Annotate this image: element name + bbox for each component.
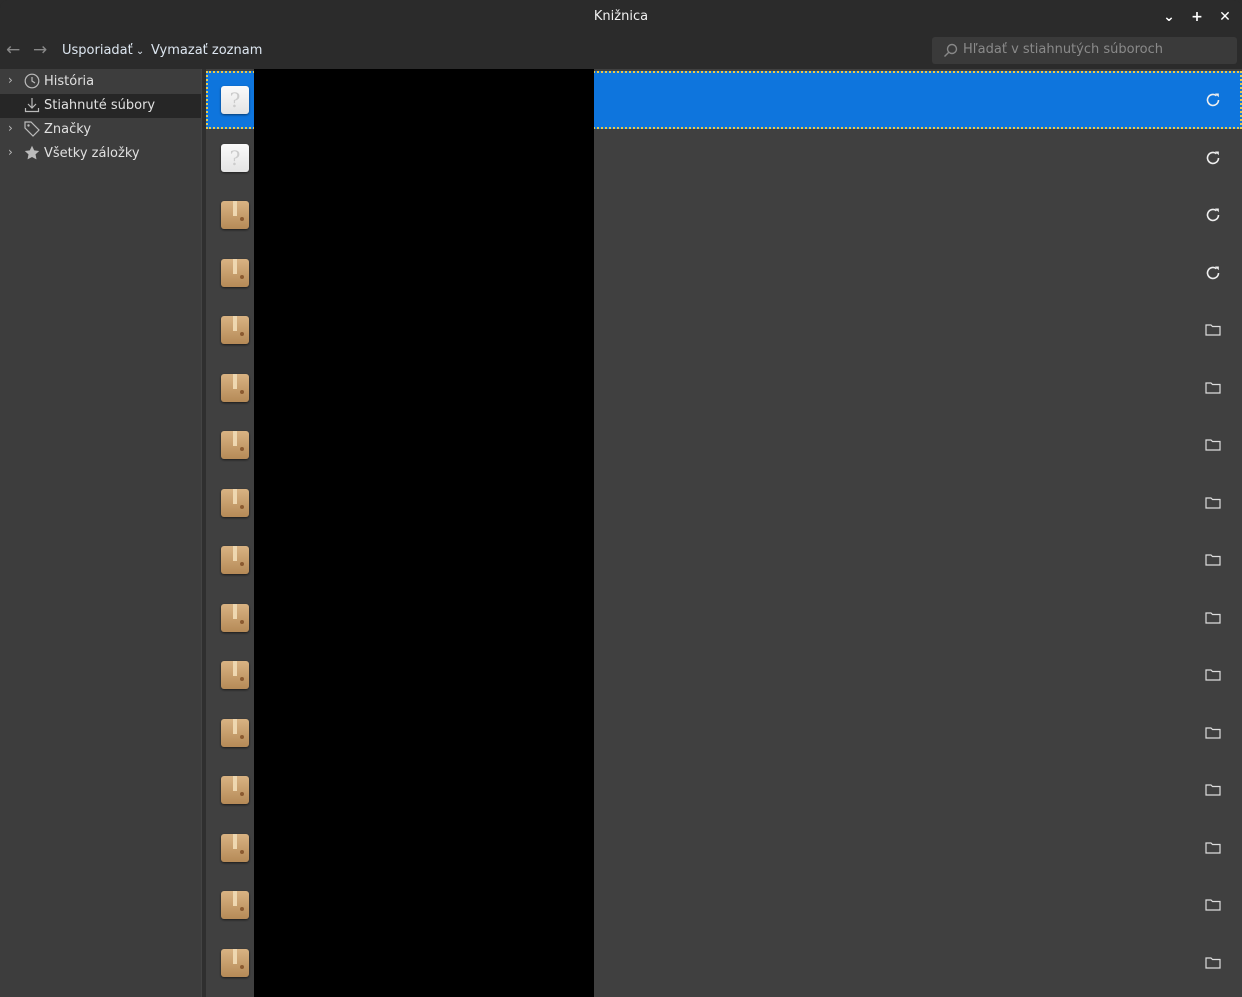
package-file-icon	[221, 661, 249, 689]
back-button[interactable]: ←	[6, 40, 20, 60]
window-title: Knižnica	[593, 9, 649, 24]
folder-icon[interactable]	[1204, 321, 1222, 339]
package-file-icon	[221, 546, 249, 574]
retry-icon[interactable]	[1204, 149, 1222, 167]
folder-icon[interactable]	[1204, 609, 1222, 627]
folder-icon[interactable]	[1204, 839, 1222, 857]
sidebar-item-history[interactable]: › História	[0, 70, 201, 94]
sidebar-item-downloads[interactable]: Stiahnuté súbory	[0, 94, 201, 118]
minimize-button[interactable]: ⌄	[1159, 7, 1179, 27]
sidebar-item-all-bookmarks[interactable]: › Všetky záložky	[0, 142, 201, 166]
expand-icon[interactable]: ›	[8, 73, 13, 87]
close-button[interactable]: ✕	[1215, 7, 1235, 27]
unknown-file-icon: ?	[221, 143, 249, 172]
package-file-icon	[221, 258, 249, 287]
retry-icon[interactable]	[1204, 91, 1222, 109]
redacted-region	[254, 69, 594, 997]
package-file-icon	[221, 776, 249, 804]
organize-label: Usporiadať	[62, 43, 133, 58]
package-file-icon	[221, 718, 249, 747]
package-file-icon	[221, 833, 249, 862]
search-input[interactable]: Hľadať v stiahnutých súboroch	[932, 37, 1237, 64]
package-file-icon	[221, 891, 249, 919]
sidebar-item-label: Stiahnuté súbory	[44, 98, 156, 113]
forward-button[interactable]: →	[33, 40, 47, 60]
expand-icon[interactable]: ›	[8, 145, 13, 159]
folder-icon[interactable]	[1204, 666, 1222, 684]
download-icon	[24, 98, 40, 113]
folder-icon[interactable]	[1204, 551, 1222, 569]
sidebar-item-label: História	[44, 74, 95, 89]
sidebar: › História Stiahnuté súbory › Značky › V…	[0, 69, 201, 997]
package-file-icon	[221, 431, 249, 459]
expand-icon[interactable]: ›	[8, 121, 13, 135]
folder-icon[interactable]	[1204, 781, 1222, 799]
retry-icon[interactable]	[1204, 206, 1222, 224]
search-icon	[944, 43, 958, 57]
sidebar-item-tags[interactable]: › Značky	[0, 118, 201, 142]
folder-icon[interactable]	[1204, 954, 1222, 972]
folder-icon[interactable]	[1204, 379, 1222, 397]
maximize-button[interactable]: +	[1187, 7, 1207, 27]
tag-icon	[24, 121, 40, 137]
search-placeholder: Hľadať v stiahnutých súboroch	[963, 42, 1163, 57]
star-icon	[24, 145, 40, 160]
package-file-icon	[221, 948, 249, 977]
title-bar: Knižnica ⌄ + ✕	[0, 0, 1242, 34]
package-file-icon	[221, 201, 249, 229]
package-file-icon	[221, 373, 249, 402]
package-file-icon	[221, 316, 249, 344]
unknown-file-icon: ?	[221, 86, 249, 114]
clock-icon	[24, 73, 40, 89]
chevron-down-icon: ⌄	[132, 46, 145, 57]
sidebar-item-label: Značky	[44, 122, 92, 137]
folder-icon[interactable]	[1204, 436, 1222, 454]
folder-icon[interactable]	[1204, 494, 1222, 512]
clear-list-button[interactable]: Vymazať zoznam	[151, 43, 262, 58]
package-file-icon	[221, 603, 249, 632]
organize-button[interactable]: Usporiadať ⌄	[62, 43, 144, 58]
folder-icon[interactable]	[1204, 724, 1222, 742]
sidebar-item-label: Všetky záložky	[44, 146, 140, 161]
retry-icon[interactable]	[1204, 264, 1222, 282]
package-file-icon	[221, 488, 249, 517]
folder-icon[interactable]	[1204, 896, 1222, 914]
